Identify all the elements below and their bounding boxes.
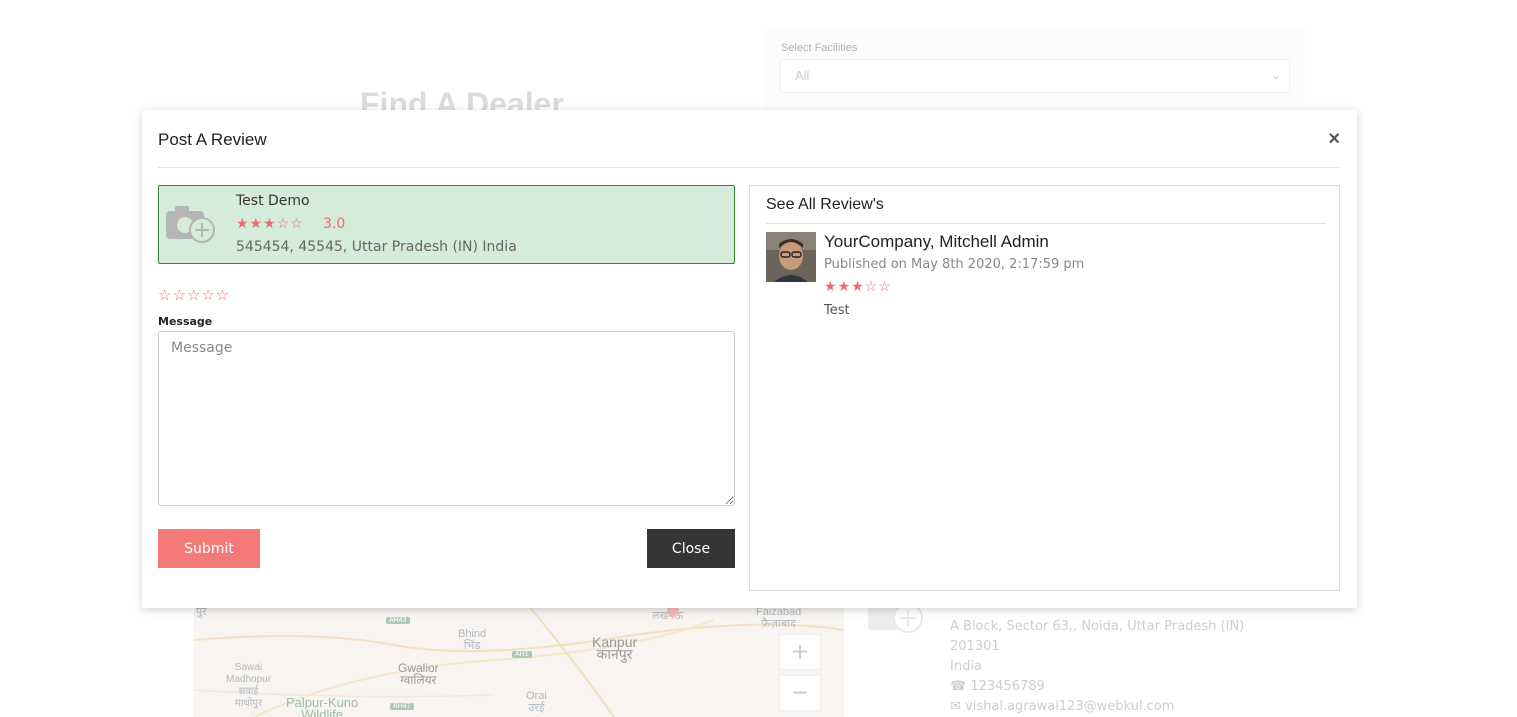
star-rating-icon: ★★★☆☆ bbox=[824, 278, 892, 294]
dealer-rating-value: 3.0 bbox=[323, 216, 346, 232]
dealer-card: Test Demo ★★★☆☆ 3.0 545454, 45545, Uttar… bbox=[158, 185, 735, 264]
close-icon[interactable]: × bbox=[1328, 128, 1340, 151]
message-textarea[interactable] bbox=[158, 331, 735, 506]
avatar bbox=[766, 232, 816, 282]
review-text: Test bbox=[824, 303, 850, 318]
dealer-name: Test Demo bbox=[236, 193, 310, 209]
review-author: YourCompany, Mitchell Admin bbox=[824, 232, 1049, 251]
review-date: Published on May 8th 2020, 2:17:59 pm bbox=[824, 257, 1085, 272]
rating-input-stars[interactable]: ☆☆☆☆☆ bbox=[158, 286, 230, 304]
reviews-title: See All Review's bbox=[766, 196, 884, 213]
close-button[interactable]: Close bbox=[647, 529, 735, 568]
divider bbox=[766, 223, 1326, 224]
modal-header: Post A Review × bbox=[158, 110, 1340, 168]
message-label: Message bbox=[158, 315, 213, 328]
reviews-panel: See All Review's YourCompany, Mitchell A… bbox=[749, 185, 1340, 591]
modal-title: Post A Review bbox=[158, 130, 267, 149]
review-modal: Post A Review × Test Demo ★★★☆☆ 3.0 5454… bbox=[142, 110, 1357, 608]
dealer-address: 545454, 45545, Uttar Pradesh (IN) India bbox=[236, 239, 517, 255]
submit-button[interactable]: Submit bbox=[158, 529, 260, 568]
camera-add-icon bbox=[166, 206, 215, 243]
star-rating-icon: ★★★☆☆ bbox=[236, 215, 304, 231]
